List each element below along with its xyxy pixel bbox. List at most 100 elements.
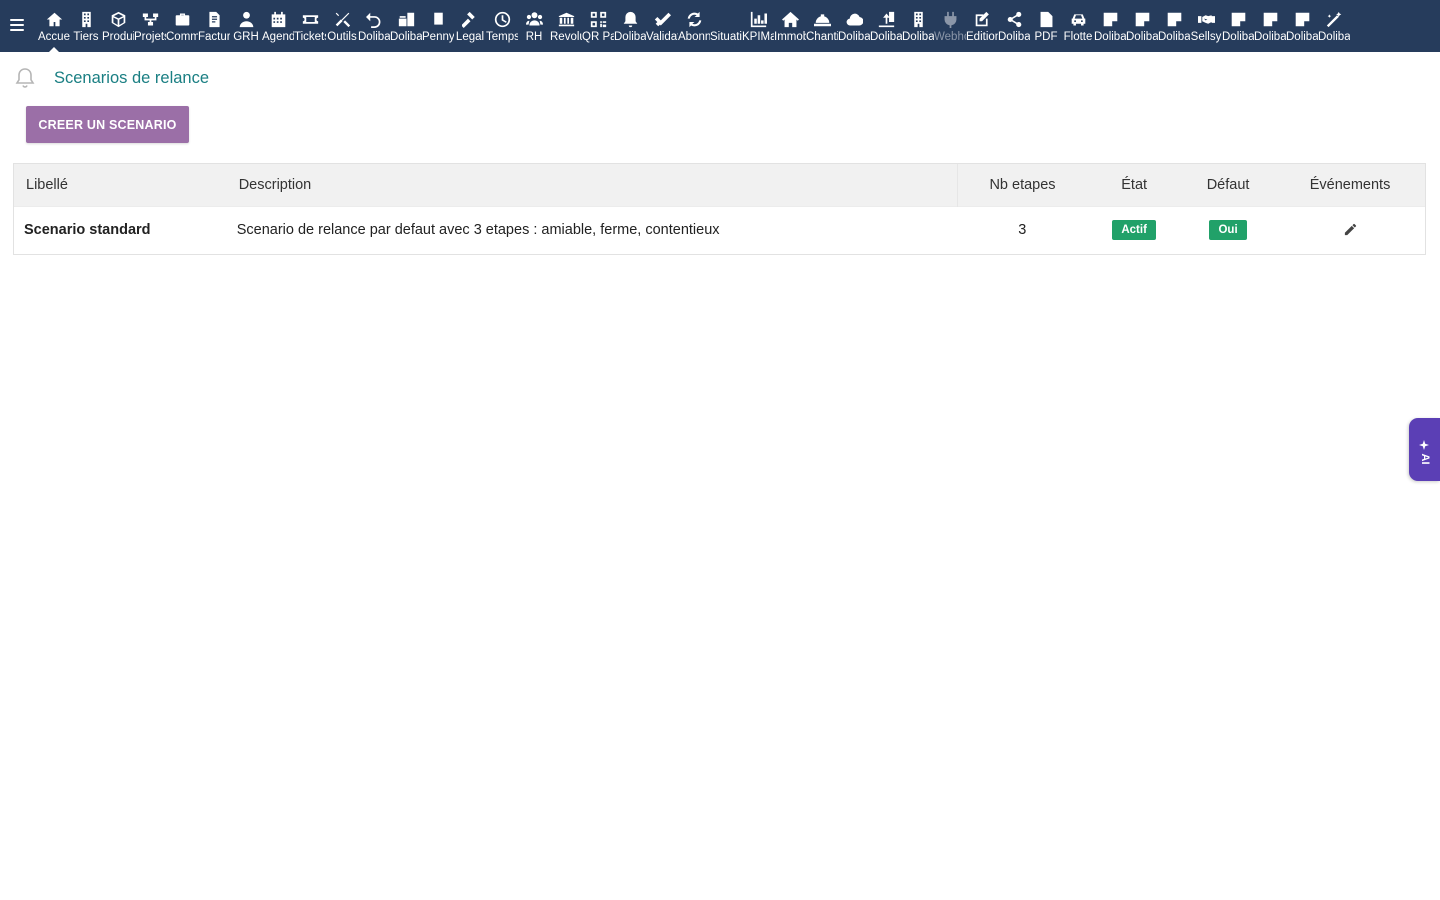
file-pdf-icon	[1030, 9, 1062, 29]
menu-item[interactable]: Validation	[646, 0, 678, 52]
evenements-cell	[1275, 206, 1425, 254]
menu-item-label: Commercial	[166, 31, 198, 43]
menu-item-label: Dolibarr	[1126, 31, 1158, 43]
menu-item[interactable]: Immobilier	[774, 0, 806, 52]
user-tie-icon	[230, 9, 262, 29]
menu-item[interactable]: Penny	[422, 0, 454, 52]
menu-item-label: RH	[525, 31, 543, 43]
building-icon	[70, 9, 102, 29]
menu-item[interactable]: Dolibarr	[614, 0, 646, 52]
menu-item[interactable]: Tickets	[294, 0, 326, 52]
menu-item-label: Dolibarr	[390, 31, 422, 43]
menu-item-label: Chantiers	[806, 31, 838, 43]
building-icon	[902, 9, 934, 29]
menu-item[interactable]: Dolibarr	[1158, 0, 1190, 52]
table-row[interactable]: Scenario standard Scenario de relance pa…	[14, 206, 1425, 254]
column-header-evenements: Événements	[1309, 176, 1391, 193]
bell-icon	[12, 65, 38, 91]
default-badge: Oui	[1209, 220, 1247, 241]
note-icon	[1286, 9, 1318, 29]
menu-item[interactable]: Sellsy	[1190, 0, 1222, 52]
menu-item[interactable]: Agenda	[262, 0, 294, 52]
cube-icon	[102, 9, 134, 29]
scenarios-table: Libellé Description Nb etapes État Défau…	[13, 163, 1426, 255]
menu-item-label: Facturation	[198, 31, 230, 43]
document-icon	[422, 9, 454, 29]
menu-item[interactable]: KPIManager	[742, 0, 774, 52]
menu-item-label: KPIManager	[742, 31, 774, 43]
bell-icon	[614, 9, 646, 29]
car-icon	[1062, 9, 1094, 29]
menu-item-label: Dolibarr	[1222, 31, 1254, 43]
bank-icon	[550, 9, 582, 29]
create-scenario-button[interactable]: CREER UN SCENARIO	[26, 106, 189, 143]
column-header-libelle[interactable]: Libellé	[14, 164, 227, 206]
menu-item[interactable]: Dolibarr	[1094, 0, 1126, 52]
clock-icon	[486, 9, 518, 29]
menu-item[interactable]: Dolibarr	[998, 0, 1030, 52]
menu-item[interactable]: QR Payment	[582, 0, 614, 52]
menu-item[interactable]: Flotte	[1062, 0, 1094, 52]
menu-item-label: Dolibarr	[358, 31, 390, 43]
menu-item-label: Penny	[422, 31, 454, 43]
menu-item[interactable]: Dolibarr	[838, 0, 870, 52]
pencil-icon[interactable]	[1341, 220, 1359, 238]
menu-item[interactable]: Produits	[102, 0, 134, 52]
menu-item-label: Tiers	[73, 31, 99, 43]
menu-item[interactable]: Accueil	[38, 0, 70, 52]
hamburger-menu-icon[interactable]	[10, 18, 24, 32]
menu-item[interactable]: Dolibarr	[1222, 0, 1254, 52]
column-header-description[interactable]: Description	[227, 164, 958, 206]
undo-icon	[358, 9, 390, 29]
menu-item[interactable]: Commercial	[166, 0, 198, 52]
menu-item[interactable]: Dolibarr	[870, 0, 902, 52]
sitemap-icon	[134, 9, 166, 29]
menu-item[interactable]: Webhooks	[934, 0, 966, 52]
check-double-icon	[646, 9, 678, 29]
menu-item[interactable]: RH	[518, 0, 550, 52]
menu-item[interactable]: Dolibarr	[1254, 0, 1286, 52]
menu-item[interactable]: GRH	[230, 0, 262, 52]
note-icon	[1254, 9, 1286, 29]
menu-item[interactable]: Situations	[710, 0, 742, 52]
menu-item[interactable]: Dolibarr	[1126, 0, 1158, 52]
menu-item-label: Dolibarr	[870, 31, 902, 43]
calendar-icon	[262, 9, 294, 29]
menu-item[interactable]: Legal	[454, 0, 486, 52]
ai-assistant-tab[interactable]: AI	[1409, 418, 1440, 481]
menu-item[interactable]: Facturation	[198, 0, 230, 52]
menu-item[interactable]: Dolibarr	[1286, 0, 1318, 52]
menu-item[interactable]: Abonnements	[678, 0, 710, 52]
note-icon	[1126, 9, 1158, 29]
menu-item[interactable]: Revolut	[550, 0, 582, 52]
note-icon	[1158, 9, 1190, 29]
handshake-icon	[1190, 9, 1222, 29]
menu-item[interactable]: PDF	[1030, 0, 1062, 52]
menu-item-label: Dolibarr	[1094, 31, 1126, 43]
menu-item[interactable]: Dolibarr	[902, 0, 934, 52]
menu-item[interactable]: Tiers	[70, 0, 102, 52]
magic-icon	[1318, 9, 1350, 29]
scenario-description: Scenario de relance par defaut avec 3 et…	[236, 222, 720, 239]
menu-item-label: Projets	[134, 31, 166, 43]
menu-item-label: Dolibarr	[1318, 31, 1350, 43]
upload-icon	[870, 9, 902, 29]
column-header-nb-etapes[interactable]: Nb etapes	[956, 164, 1088, 206]
menu-item-label: PDF	[1034, 31, 1058, 43]
column-header-etat[interactable]: État	[1087, 164, 1181, 206]
menu-item[interactable]: Edition	[966, 0, 998, 52]
menu-item[interactable]: Dolibarr	[1318, 0, 1350, 52]
menu-item[interactable]: Outils	[326, 0, 358, 52]
menu-item-label: Dolibarr	[902, 31, 934, 43]
menu-item[interactable]: Temps	[486, 0, 518, 52]
menu-item[interactable]: Dolibarr	[390, 0, 422, 52]
menu-item-label: Dolibarr	[1158, 31, 1190, 43]
etat-cell: Actif	[1087, 206, 1181, 254]
menu-item[interactable]: Chantiers	[806, 0, 838, 52]
menu-item[interactable]: Dolibarr	[358, 0, 390, 52]
scenario-libelle[interactable]: Scenario standard	[14, 206, 227, 254]
menu-item[interactable]: Projets	[134, 0, 166, 52]
column-header-defaut[interactable]: Défaut	[1181, 164, 1275, 206]
note-icon	[1094, 9, 1126, 29]
menu-item-label: Abonnements	[678, 31, 710, 43]
